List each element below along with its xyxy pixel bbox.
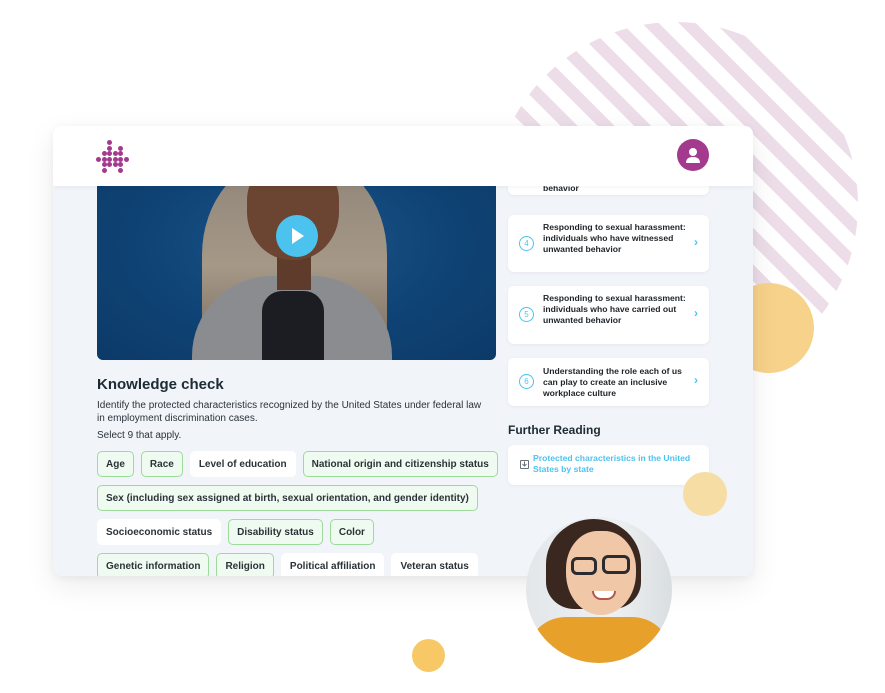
further-reading-title: Further Reading <box>508 423 601 437</box>
option-chip[interactable]: Level of education <box>189 451 296 477</box>
option-chip[interactable]: Socioeconomic status <box>97 519 222 545</box>
option-chip[interactable]: Political affiliation <box>280 553 385 576</box>
logo-dot <box>101 151 107 157</box>
presenter-shirt <box>262 291 324 360</box>
option-chip[interactable]: Age <box>97 451 134 477</box>
lesson-number: 5 <box>519 307 534 322</box>
knowledge-check-hint: Select 9 that apply. <box>97 430 182 441</box>
option-chip[interactable]: Race <box>140 451 183 477</box>
lesson-number: 6 <box>519 374 534 389</box>
logo-dot <box>107 156 113 162</box>
logo-dot <box>101 168 107 173</box>
further-reading-link[interactable]: Protected characteristics in the United … <box>533 453 703 475</box>
logo-dot <box>118 168 124 173</box>
video-player[interactable] <box>97 166 496 360</box>
logo-dot <box>118 151 124 157</box>
logo-dot <box>118 145 124 151</box>
knowledge-check-title: Knowledge check <box>97 376 224 393</box>
lesson-item[interactable]: 5 Responding to sexual harassment: indiv… <box>508 286 709 344</box>
logo-dot <box>96 156 101 162</box>
chevron-right-icon: › <box>694 235 698 249</box>
top-bar <box>53 126 753 186</box>
photo-shirt <box>526 617 672 663</box>
option-label: Religion <box>225 560 265 572</box>
photo-glasses-left <box>571 557 597 575</box>
option-chip[interactable]: Disability status <box>228 519 323 545</box>
option-chip[interactable]: Veteran status <box>391 553 478 576</box>
app-window: Knowledge check Identify the protected c… <box>53 126 753 576</box>
logo-dot <box>118 156 124 162</box>
dotted-arrow-logo-icon[interactable] <box>96 140 130 173</box>
learner-photo <box>526 517 672 663</box>
chevron-right-icon: › <box>694 306 698 320</box>
option-chip[interactable]: Sex (including sex assigned at birth, se… <box>97 485 478 511</box>
further-reading-item[interactable]: Protected characteristics in the United … <box>508 445 709 485</box>
play-icon <box>292 228 304 244</box>
user-icon <box>686 147 700 163</box>
logo-dot <box>107 162 113 168</box>
logo-dot <box>118 162 124 168</box>
decorative-yellow-dot-small <box>683 472 727 516</box>
logo-dot <box>101 162 107 168</box>
answer-options: Age Race Level of education National ori… <box>97 451 498 576</box>
logo-dot <box>112 162 118 168</box>
logo-dot <box>107 151 113 157</box>
option-chip[interactable]: National origin and citizenship status <box>302 451 498 477</box>
lesson-item[interactable]: 4 Responding to sexual harassment: indiv… <box>508 215 709 272</box>
option-chip[interactable]: Genetic information <box>97 553 210 576</box>
chevron-right-icon: › <box>694 373 698 387</box>
option-label: Sex (including sex assigned at birth, se… <box>106 492 469 504</box>
logo-dot <box>112 156 118 162</box>
option-label: Socioeconomic status <box>106 526 213 538</box>
option-label: Race <box>149 458 174 470</box>
logo-dot <box>107 140 113 145</box>
option-label: Political affiliation <box>289 560 376 572</box>
option-label: Color <box>338 526 365 538</box>
logo-dot <box>112 151 118 157</box>
option-label: National origin and citizenship status <box>311 458 489 470</box>
option-label: Level of education <box>198 458 287 470</box>
decorative-yellow-dot <box>412 639 445 672</box>
play-button[interactable] <box>276 215 318 257</box>
option-chip[interactable]: Color <box>329 519 374 545</box>
lesson-number: 4 <box>519 236 534 251</box>
option-label: Veteran status <box>400 560 469 572</box>
lesson-item[interactable]: 6 Understanding the role each of us can … <box>508 358 709 406</box>
option-chip[interactable]: Religion <box>216 553 274 576</box>
lesson-title: Responding to sexual harassment: individ… <box>543 222 686 254</box>
option-label: Age <box>106 458 125 470</box>
user-avatar-button[interactable] <box>677 139 709 171</box>
option-label: Disability status <box>237 526 314 538</box>
download-icon <box>520 460 529 469</box>
logo-dot <box>124 156 129 162</box>
logo-dot <box>101 156 107 162</box>
lesson-title: Responding to sexual harassment: individ… <box>543 293 686 325</box>
lesson-title: Understanding the role each of us can pl… <box>543 366 682 398</box>
knowledge-check-question: Identify the protected characteristics r… <box>97 400 482 424</box>
option-label: Genetic information <box>106 560 201 572</box>
photo-glasses-right <box>602 555 630 574</box>
logo-dot <box>107 145 113 151</box>
